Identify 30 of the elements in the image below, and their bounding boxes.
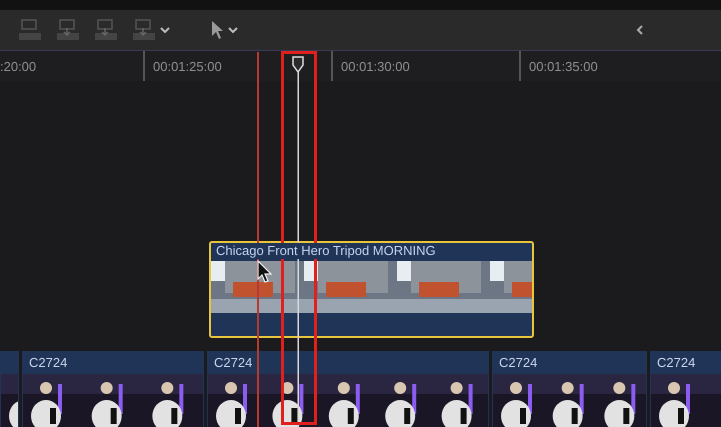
clip-name: C2724 [28,354,68,372]
clip-name: C2724 [656,354,696,372]
clip-name: C2724 [213,354,252,372]
clip-title: Chicago Front Hero Tripod MORNING [214,243,438,259]
append-clip-icon [94,19,118,41]
time-ruler[interactable]: :20:00 00:01:25:00 00:01:30:00 00:01:35:00 [0,50,721,81]
append-button[interactable] [94,19,118,41]
storyline-clip[interactable]: C2724 [650,351,721,427]
connected-clip[interactable]: Chicago Front Hero Tripod MORNING [209,241,534,338]
storyline-clip[interactable]: C2724 [492,351,647,427]
pointer-icon [210,20,224,40]
timecode-label: 00:01:35:00 [529,58,598,74]
overwrite-button[interactable] [132,19,170,41]
chevron-down-icon [228,25,238,35]
timecode-label: :20:00 [0,58,36,74]
storyline-clip[interactable]: C2724 [22,351,204,427]
clip-name: C2724 [498,354,538,372]
insert-button[interactable] [56,19,80,41]
connect-clip-icon [18,19,42,41]
insert-clip-icon [56,19,80,41]
storyline-clip[interactable]: C2724 [207,351,489,427]
collapse-button[interactable] [635,25,645,35]
cursor-icon [256,260,272,284]
timecode-label: 00:01:25:00 [153,58,222,74]
overwrite-clip-icon [132,19,156,41]
timecode-label: 00:01:30:00 [341,58,410,74]
select-tool-button[interactable] [210,20,238,40]
storyline-clip[interactable] [0,351,19,427]
chevron-down-icon [160,25,170,35]
collapse-icon [635,25,645,35]
